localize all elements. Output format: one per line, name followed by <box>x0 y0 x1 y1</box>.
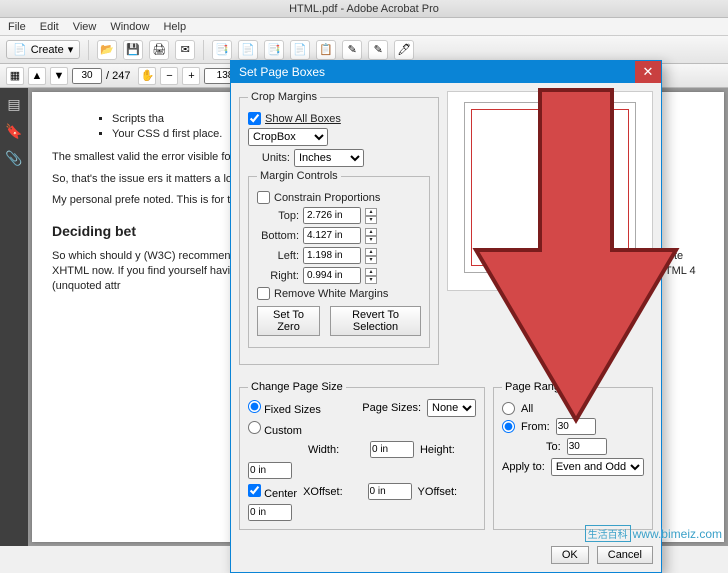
margin-bottom-input[interactable] <box>303 227 361 244</box>
revert-button[interactable]: Revert To Selection <box>330 306 421 336</box>
menu-edit[interactable]: Edit <box>40 21 59 33</box>
from-pages-radio[interactable] <box>502 420 515 433</box>
margin-right-input[interactable] <box>303 267 361 284</box>
watermark-url: www.bimeiz.com <box>633 527 722 541</box>
page-sizes-select[interactable]: None <box>427 399 476 417</box>
dialog-titlebar[interactable]: Set Page Boxes ✕ <box>231 61 661 83</box>
units-select[interactable]: Inches <box>294 149 364 167</box>
tool-icon[interactable]: ✎ <box>368 40 388 60</box>
watermark: 生活百科 www.bimeiz.com <box>584 525 722 542</box>
spinner[interactable]: ▴▾ <box>365 268 377 284</box>
left-panel: ▤ 🔖 📎 <box>0 88 28 546</box>
page-range-group: Page Range All From: To: Apply to: Even … <box>493 381 653 530</box>
tool-icon[interactable]: 📑 <box>212 40 232 60</box>
height-input[interactable] <box>248 462 292 479</box>
print-icon[interactable]: 🖨 <box>149 40 169 60</box>
tool-icon[interactable]: 📄 <box>290 40 310 60</box>
zoom-in-icon[interactable]: + <box>182 67 200 85</box>
to-input[interactable] <box>567 438 607 455</box>
create-button[interactable]: 📄 Create ▾ <box>6 40 80 59</box>
all-pages-radio[interactable] <box>502 402 515 415</box>
window-titlebar: HTML.pdf - Adobe Acrobat Pro <box>0 0 728 18</box>
create-icon: 📄 <box>13 43 27 56</box>
page-up-icon[interactable]: ▲ <box>28 67 46 85</box>
spinner[interactable]: ▴▾ <box>365 208 377 224</box>
watermark-chars: 生活百科 <box>584 525 631 542</box>
save-icon[interactable]: 💾 <box>123 40 143 60</box>
page-total: / 247 <box>106 70 130 82</box>
menu-view[interactable]: View <box>73 21 97 33</box>
close-icon[interactable]: ✕ <box>635 61 661 83</box>
spinner[interactable]: ▴▾ <box>365 228 377 244</box>
apply-to-select[interactable]: Even and Odd <box>551 458 644 476</box>
page-down-icon[interactable]: ▼ <box>50 67 68 85</box>
show-all-boxes-label: Show All Boxes <box>265 113 341 125</box>
app-title: HTML.pdf - Adobe Acrobat Pro <box>289 3 439 15</box>
constrain-checkbox[interactable] <box>257 191 270 204</box>
thumbnails-icon[interactable]: ▤ <box>7 96 20 113</box>
tool-icon[interactable]: ✎ <box>342 40 362 60</box>
mail-icon[interactable]: ✉ <box>175 40 195 60</box>
width-input[interactable] <box>370 441 414 458</box>
menu-file[interactable]: File <box>8 21 26 33</box>
cancel-button[interactable]: Cancel <box>597 546 653 564</box>
tool-icon[interactable]: 📋 <box>316 40 336 60</box>
dialog-title: Set Page Boxes <box>239 65 325 79</box>
current-page-input[interactable] <box>72 68 102 84</box>
show-all-boxes-checkbox[interactable] <box>248 112 261 125</box>
tool-icon[interactable]: 📄 <box>238 40 258 60</box>
crop-margins-group: Crop Margins Show All Boxes CropBox Unit… <box>239 91 439 365</box>
hand-tool-icon[interactable]: ✋ <box>138 67 156 85</box>
fixed-sizes-radio[interactable] <box>248 400 261 413</box>
menu-help[interactable]: Help <box>163 21 186 33</box>
boxtype-select[interactable]: CropBox <box>248 128 328 146</box>
margin-controls-group: Margin Controls Constrain Proportions To… <box>248 170 430 348</box>
menubar: File Edit View Window Help <box>0 18 728 36</box>
from-input[interactable] <box>556 418 596 435</box>
ok-button[interactable]: OK <box>551 546 589 564</box>
tool-icon[interactable]: 📑 <box>264 40 284 60</box>
xoffset-input[interactable] <box>368 483 412 500</box>
chevron-down-icon: ▾ <box>68 43 74 56</box>
bookmarks-icon[interactable]: 🔖 <box>5 123 22 140</box>
yoffset-input[interactable] <box>248 504 292 521</box>
page-toggle-icon[interactable]: ▦ <box>6 67 24 85</box>
center-checkbox[interactable] <box>248 484 261 497</box>
spinner[interactable]: ▴▾ <box>365 248 377 264</box>
remove-white-checkbox[interactable] <box>257 287 270 300</box>
zoom-out-icon[interactable]: − <box>160 67 178 85</box>
change-page-size-group: Change Page Size Fixed Sizes Page Sizes:… <box>239 381 485 530</box>
set-page-boxes-dialog: Set Page Boxes ✕ Crop Margins Show All B… <box>230 60 662 573</box>
set-to-zero-button[interactable]: Set To Zero <box>257 306 320 336</box>
page-preview <box>447 91 653 291</box>
menu-window[interactable]: Window <box>110 21 149 33</box>
tool-icon[interactable]: 🖊 <box>394 40 414 60</box>
margin-top-input[interactable] <box>303 207 361 224</box>
margin-left-input[interactable] <box>303 247 361 264</box>
custom-radio[interactable] <box>248 421 261 434</box>
attachments-icon[interactable]: 📎 <box>5 150 22 167</box>
open-icon[interactable]: 📂 <box>97 40 117 60</box>
